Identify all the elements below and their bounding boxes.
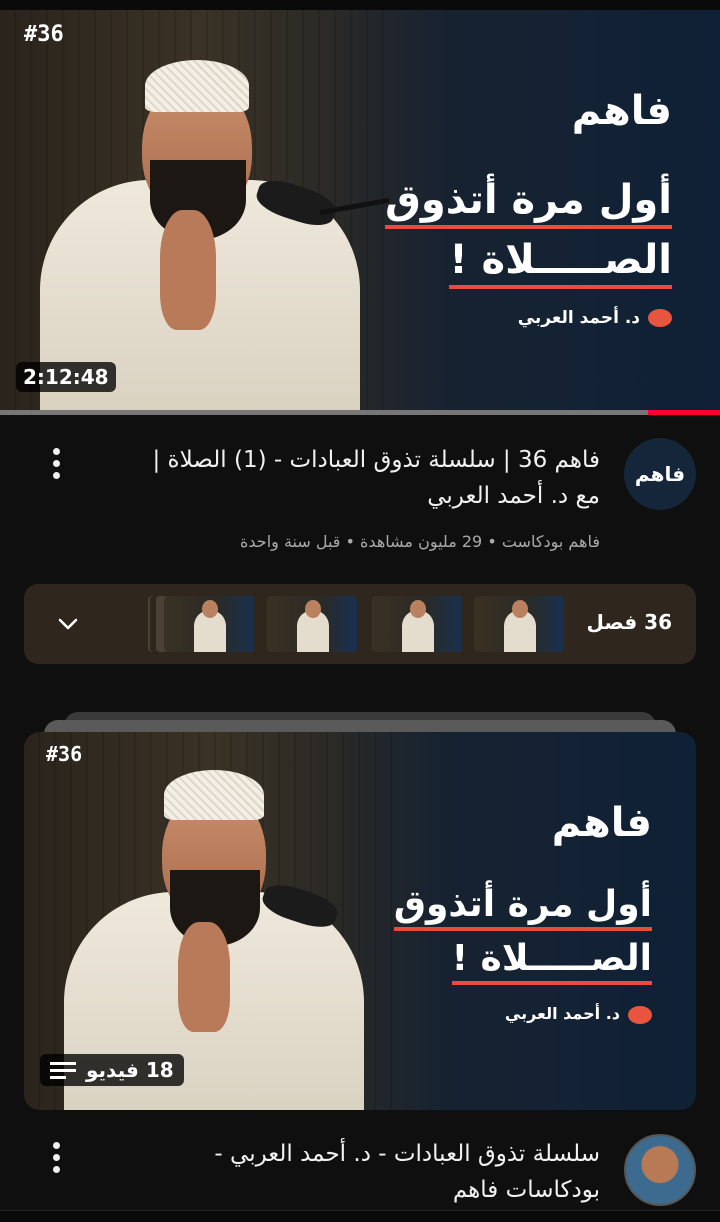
episode-badge: #36 — [46, 742, 83, 766]
watch-progress-bar — [0, 410, 720, 415]
channel-avatar-logo: فاهم — [634, 462, 686, 486]
more-vert-icon[interactable] — [46, 448, 66, 479]
channel-avatar[interactable] — [624, 1134, 696, 1206]
brain-icon — [648, 309, 672, 327]
chapter-thumbnail[interactable] — [474, 596, 564, 652]
duration-badge: 2:12:48 — [16, 362, 116, 392]
headline-line1: أول مرة أتذوق — [385, 177, 672, 229]
playlist-thumbnail[interactable]: فاهم أول مرة أتذوق الصـــــلاة ! د. أحمد… — [24, 732, 696, 1110]
episode-badge: #36 — [24, 22, 64, 47]
bottom-edge — [0, 1210, 720, 1222]
chapter-thumbnail[interactable] — [164, 596, 254, 652]
video-meta: فاهم بودكاست • 29 مليون مشاهدة • قبل سنة… — [240, 532, 600, 551]
video-thumbnail[interactable]: فاهم أول مرة أتذوق الصـــــلاة ! د. أحمد… — [0, 10, 720, 410]
brand-logo: فاهم — [551, 800, 652, 846]
watch-progress-fill — [648, 410, 720, 415]
chapter-thumbnail[interactable] — [267, 596, 357, 652]
chevron-down-icon[interactable] — [58, 614, 78, 634]
playlist-video-count: 18 فيديو — [86, 1058, 174, 1082]
speaker-name: د. أحمد العربي — [517, 308, 640, 328]
chapter-thumbnail[interactable] — [372, 596, 462, 652]
more-vert-icon[interactable] — [46, 1142, 66, 1173]
chapters-count: 36 فصل — [586, 610, 672, 634]
playlist-count-badge: 18 فيديو — [40, 1054, 184, 1086]
top-edge — [0, 0, 720, 10]
headline-line2: الصـــــلاة ! — [451, 938, 652, 985]
playlist-icon — [50, 1059, 76, 1081]
brand-logo: فاهم — [571, 88, 672, 134]
speaker-name: د. أحمد العربي — [504, 1004, 620, 1023]
playlist-title[interactable]: سلسلة تذوق العبادات - د. أحمد العربي - ب… — [130, 1136, 600, 1208]
headline-line2: الصـــــلاة ! — [449, 237, 672, 289]
brain-icon — [628, 1005, 652, 1024]
video-title[interactable]: فاهم 36 | سلسلة تذوق العبادات - (1) الصل… — [130, 442, 600, 514]
headline-line1: أول مرة أتذوق — [393, 884, 652, 931]
thumbnail-text: فاهم — [312, 88, 672, 134]
channel-avatar[interactable]: فاهم — [624, 438, 696, 510]
chapters-bar[interactable]: 36 فصل — [24, 584, 696, 664]
